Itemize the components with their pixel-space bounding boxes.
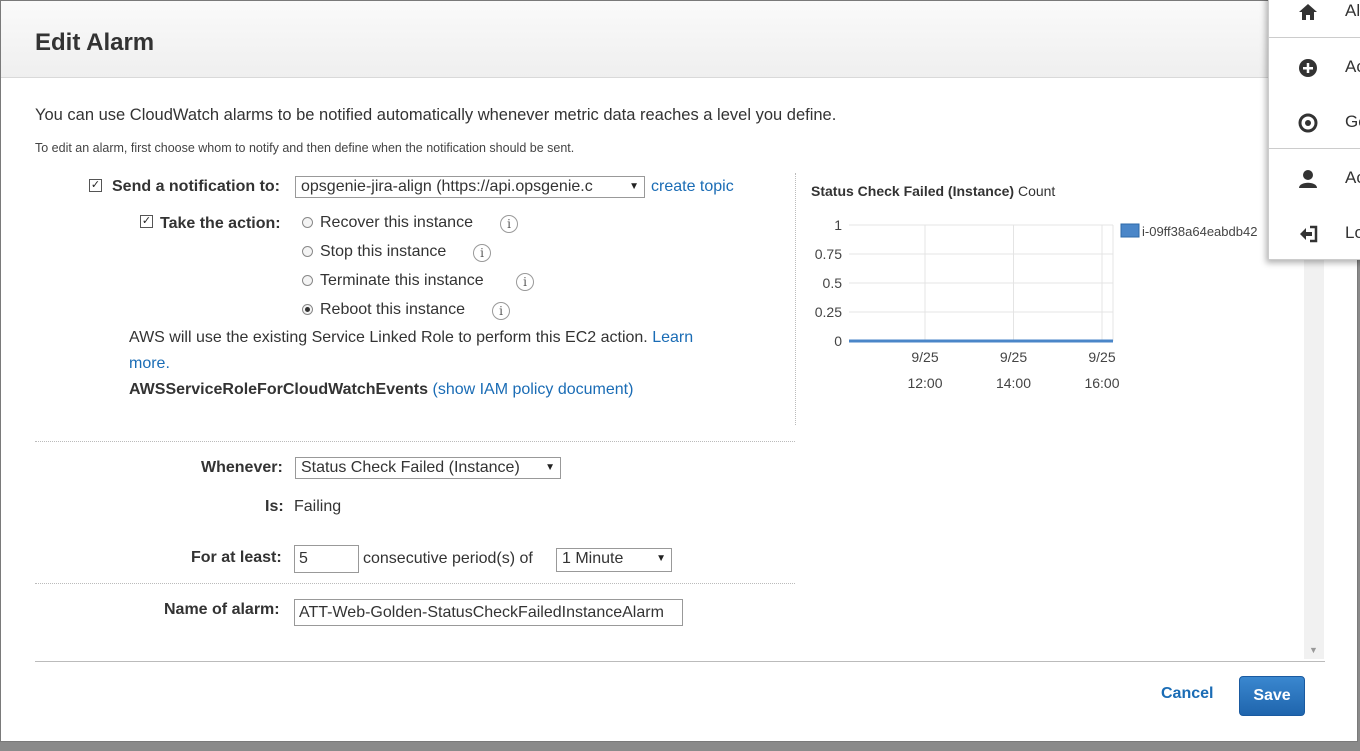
is-value: Failing — [294, 498, 342, 515]
status-check-chart: 1 0.75 0.5 0.25 0 9/25 12:00 9/25 14:00 9/25 16:00… — [815, 217, 1258, 391]
y-tick-label: 0 — [834, 333, 842, 349]
intro-text: You can use CloudWatch alarms to be noti… — [35, 106, 837, 124]
radio-recover[interactable] — [302, 217, 313, 228]
home-icon — [1299, 4, 1317, 20]
menu-item-home[interactable]: Al — [1269, 0, 1360, 31]
learn-more-link-cont[interactable]: more. — [129, 355, 170, 373]
role-name: AWSServiceRoleForCloudWatchEvents — [129, 381, 429, 398]
take-action-checkbox[interactable]: ✓ — [140, 215, 153, 228]
menu-divider — [1269, 37, 1360, 38]
whenever-label: Whenever: — [201, 459, 283, 476]
cancel-button[interactable]: Cancel — [1161, 685, 1213, 703]
chevron-down-icon: ▼ — [629, 181, 639, 192]
y-tick-label: 0.75 — [815, 246, 842, 262]
periods-input[interactable]: 5 — [294, 545, 359, 573]
terminate-label: Terminate this instance — [320, 272, 484, 289]
menu-divider — [1269, 148, 1360, 149]
sign-out-icon — [1300, 225, 1318, 243]
y-tick-label: 0.25 — [815, 304, 842, 320]
dialog-header: Edit Alarm — [1, 1, 1357, 78]
chart-unit: Count — [1017, 183, 1056, 199]
notification-topic-value: opsgenie-jira-align (https://api.opsgeni… — [301, 178, 593, 195]
alarm-name-label: Name of alarm: — [164, 601, 280, 618]
legend-swatch — [1120, 223, 1140, 238]
for-at-least-label: For at least: — [191, 549, 282, 566]
info-icon[interactable]: i — [473, 244, 491, 262]
alarm-name-input[interactable]: ATT-Web-Golden-StatusCheckFailedInstance… — [294, 599, 683, 626]
user-dropdown-menu: Al Ac Ge Ac Lo — [1268, 0, 1360, 260]
scroll-down-icon[interactable]: ▼ — [1309, 645, 1318, 655]
y-tick-label: 0.5 — [823, 275, 843, 291]
period-value: 1 Minute — [562, 550, 624, 567]
recover-label: Recover this instance — [320, 214, 473, 231]
lifesaver-icon — [1298, 113, 1318, 133]
section-divider — [35, 583, 795, 584]
edit-alarm-dialog: Edit Alarm You can use CloudWatch alarms… — [0, 0, 1358, 742]
menu-item-label: Al — [1345, 1, 1360, 20]
dialog-title: Edit Alarm — [35, 29, 155, 56]
notification-topic-select[interactable]: opsgenie-jira-align (https://api.opsgeni… — [295, 176, 645, 198]
menu-item-account[interactable]: Ac — [1269, 158, 1360, 198]
user-icon — [1299, 170, 1317, 188]
info-icon[interactable]: i — [516, 273, 534, 291]
section-divider-vertical — [795, 173, 796, 425]
radio-stop[interactable] — [302, 246, 313, 257]
send-notification-checkbox[interactable]: ✓ — [89, 179, 102, 192]
info-icon[interactable]: i — [492, 302, 510, 320]
role-note: AWS will use the existing Service Linked… — [129, 329, 693, 347]
create-topic-link[interactable]: create topic — [651, 178, 734, 196]
menu-item-add[interactable]: Ac — [1269, 47, 1360, 87]
reboot-label: Reboot this instance — [320, 301, 465, 318]
menu-item-logout[interactable]: Lo — [1269, 213, 1360, 253]
x-tick-date: 9/25 — [1088, 349, 1115, 365]
chevron-down-icon: ▼ — [545, 462, 555, 473]
menu-item-label: Ge — [1345, 112, 1360, 131]
show-policy-link[interactable]: (show IAM policy document) — [432, 381, 633, 398]
chart-title-text: Status Check Failed (Instance) — [811, 183, 1015, 199]
radio-terminate[interactable] — [302, 275, 313, 286]
take-action-label: Take the action: — [160, 215, 281, 232]
x-tick-date: 9/25 — [911, 349, 938, 365]
intro-subtext: To edit an alarm, first choose whom to n… — [35, 141, 575, 155]
x-tick-time: 12:00 — [907, 375, 942, 391]
menu-item-label: Ac — [1345, 57, 1360, 76]
period-select[interactable]: 1 Minute ▼ — [556, 548, 672, 572]
x-tick-date: 9/25 — [1000, 349, 1027, 365]
chevron-down-icon: ▼ — [656, 553, 666, 564]
stop-label: Stop this instance — [320, 243, 447, 260]
role-line: AWSServiceRoleForCloudWatchEvents (show … — [129, 381, 633, 399]
role-note-text: AWS will use the existing Service Linked… — [129, 329, 648, 346]
section-divider — [35, 441, 795, 442]
learn-more-link[interactable]: Learn — [652, 329, 693, 346]
send-notification-label: Send a notification to: — [112, 178, 280, 195]
menu-item-support[interactable]: Ge — [1269, 102, 1360, 142]
chart-title: Status Check Failed (Instance) Count — [811, 183, 1055, 199]
x-tick-time: 14:00 — [996, 375, 1031, 391]
y-tick-label: 1 — [834, 217, 842, 233]
footer-divider — [35, 661, 1325, 662]
metric-select[interactable]: Status Check Failed (Instance) ▼ — [295, 457, 561, 479]
metric-value: Status Check Failed (Instance) — [301, 459, 520, 476]
menu-item-label: Lo — [1345, 223, 1360, 242]
periods-text: consecutive period(s) of — [363, 550, 533, 567]
radio-reboot[interactable] — [302, 304, 313, 315]
is-label: Is: — [265, 498, 284, 515]
plus-circle-icon — [1299, 59, 1317, 77]
legend-label: i-09ff38a64eabdb42 — [1142, 224, 1257, 239]
info-icon[interactable]: i — [500, 215, 518, 233]
x-tick-time: 16:00 — [1084, 375, 1119, 391]
save-button[interactable]: Save — [1239, 676, 1305, 716]
menu-item-label: Ac — [1345, 168, 1360, 187]
